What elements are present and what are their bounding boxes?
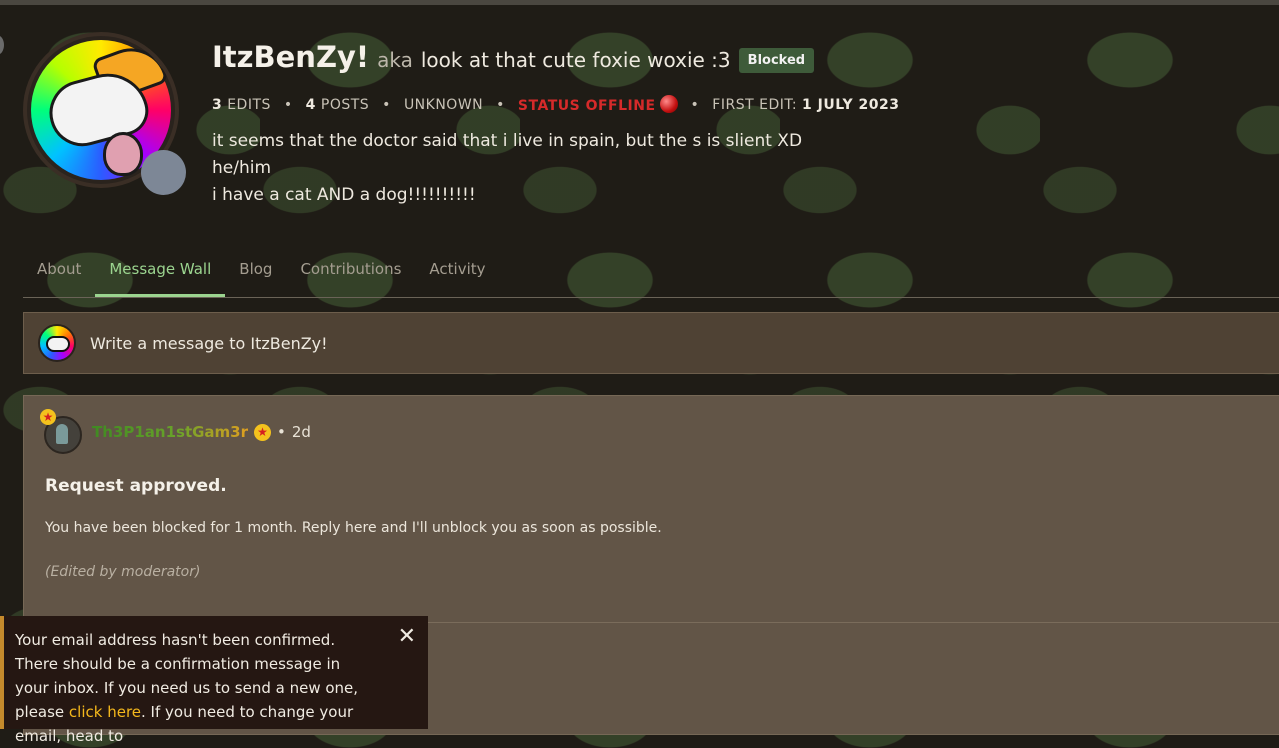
tab-blog[interactable]: Blog xyxy=(225,252,286,297)
online-status-indicator xyxy=(141,150,186,195)
star-badge-icon: ★ xyxy=(254,423,272,441)
post-timestamp[interactable]: 2d xyxy=(292,423,311,441)
post-author-row: Th3P1an1stGam3r ★ • 2d xyxy=(92,423,311,441)
post-title: Request approved. xyxy=(45,476,227,496)
compose-message-box[interactable]: Write a message to ItzBenZy! xyxy=(23,312,1279,374)
edits-stat[interactable]: 3 EDITS xyxy=(212,97,271,113)
user-avatar xyxy=(38,324,76,362)
post-body: You have been blocked for 1 month. Reply… xyxy=(45,520,662,536)
stat-separator: • xyxy=(690,96,700,113)
tab-about[interactable]: About xyxy=(23,252,95,297)
email-confirmation-toast: Your email address hasn't been confirmed… xyxy=(0,616,428,745)
edited-note: (Edited by moderator) xyxy=(45,564,201,580)
blocked-badge: Blocked xyxy=(738,48,815,73)
close-icon[interactable]: ✕ xyxy=(398,626,416,648)
posts-stat[interactable]: 4 POSTS xyxy=(306,97,370,113)
profile-username: ItzBenZy! xyxy=(212,40,370,74)
aka-label: aka xyxy=(377,48,413,72)
post-author-link[interactable]: Th3P1an1stGam3r xyxy=(92,423,248,441)
profile-name-row: ItzBenZy! aka look at that cute foxie wo… xyxy=(212,40,815,76)
profile-stats: 3 EDITS • 4 POSTS • UNKNOWN • STATUS OFF… xyxy=(212,95,899,114)
tab-message-wall[interactable]: Message Wall xyxy=(95,252,226,297)
profile-bio: it seems that the doctor said that i liv… xyxy=(212,128,802,209)
tab-activity[interactable]: Activity xyxy=(415,252,499,297)
top-border xyxy=(0,0,1279,5)
unknown-stat: UNKNOWN xyxy=(403,96,484,113)
stat-separator: • xyxy=(496,96,505,113)
meta-separator: • xyxy=(277,423,286,441)
bio-line: he/him xyxy=(212,158,272,178)
tab-contributions[interactable]: Contributions xyxy=(286,252,415,297)
profile-nickname: look at that cute foxie woxie :3 xyxy=(420,48,731,72)
red-ball-icon xyxy=(659,95,678,113)
compose-placeholder: Write a message to ItzBenZy! xyxy=(90,333,328,353)
bio-line: it seems that the doctor said that i liv… xyxy=(212,131,803,151)
resend-confirmation-link[interactable]: click here xyxy=(69,703,141,721)
edge-decoration xyxy=(0,35,4,55)
star-badge-icon: ★ xyxy=(40,409,56,425)
bio-line: i have a cat AND a dog!!!!!!!!!! xyxy=(212,185,476,205)
offline-status: STATUS OFFLINE xyxy=(518,95,678,114)
avatar-fox-tongue xyxy=(103,132,143,176)
profile-tabs: About Message Wall Blog Contributions Ac… xyxy=(23,252,1279,298)
first-edit-stat: FIRST EDIT: 1 JULY 2023 xyxy=(712,96,900,113)
stat-separator: • xyxy=(382,96,391,113)
toast-message: Your email address hasn't been confirmed… xyxy=(15,631,359,745)
stat-separator: • xyxy=(283,96,293,113)
